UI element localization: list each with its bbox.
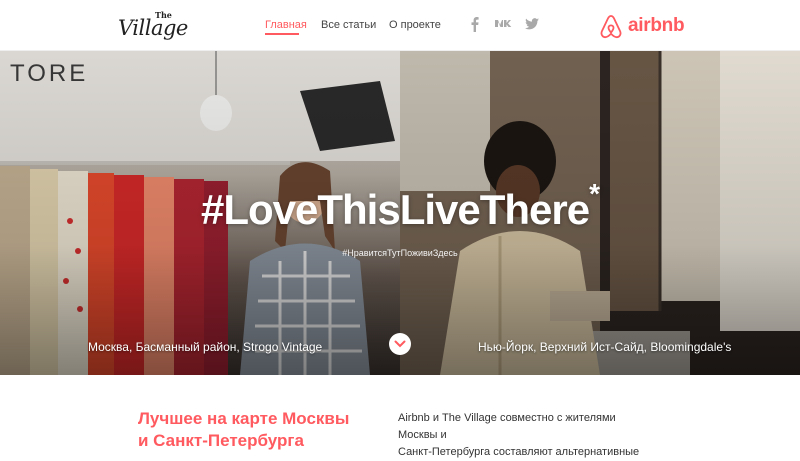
- scroll-down-button[interactable]: [389, 333, 411, 355]
- intro-line-1: Airbnb и The Village совместно с жителям…: [398, 412, 616, 441]
- headline-line-2: и Санкт-Петербурга: [138, 431, 304, 450]
- hero-hashtag: #LoveThisLiveThere*: [0, 178, 800, 234]
- nav-about[interactable]: О проекте: [389, 19, 441, 31]
- intro-line-2: Санкт-Петербурга составляют альтернативн…: [398, 446, 640, 458]
- right-photo-caption: Нью-Йорк, Верхний Ист-Сайд, Bloomingdale…: [478, 340, 732, 354]
- left-photo-caption: Москва, Басманный район, Strogo Vintage: [88, 340, 323, 354]
- site-header: The Village Главная Все статьи О проекте…: [0, 0, 800, 51]
- nav-active-underline: [265, 33, 299, 35]
- intro-text: Airbnb и The Village совместно с жителям…: [398, 410, 658, 461]
- headline-line-1: Лучшее на карте Москвы: [138, 409, 350, 428]
- hero-sub-hashtag: #НравитсяТутПоживиЗдесь: [342, 248, 458, 258]
- twitter-icon[interactable]: [524, 16, 540, 32]
- section-headline: Лучшее на карте Москвы и Санкт-Петербург…: [138, 408, 378, 452]
- airbnb-wordmark: airbnb: [628, 15, 685, 36]
- airbnb-belo-icon: [600, 15, 622, 39]
- nav-all-articles[interactable]: Все статьи: [321, 19, 376, 31]
- airbnb-logo[interactable]: airbnb: [598, 12, 688, 40]
- hero-hashtag-mark: *: [589, 178, 600, 209]
- logo-village-text: Village: [118, 16, 188, 40]
- facebook-icon[interactable]: [467, 16, 483, 32]
- chevron-down-icon: [394, 340, 406, 348]
- vk-icon[interactable]: [494, 16, 512, 32]
- hero-banner: TORE: [0, 51, 800, 375]
- hero-hashtag-text: #LoveThisLiveThere: [200, 186, 590, 233]
- the-village-logo[interactable]: The Village: [118, 10, 198, 40]
- nav-home[interactable]: Главная: [265, 19, 307, 31]
